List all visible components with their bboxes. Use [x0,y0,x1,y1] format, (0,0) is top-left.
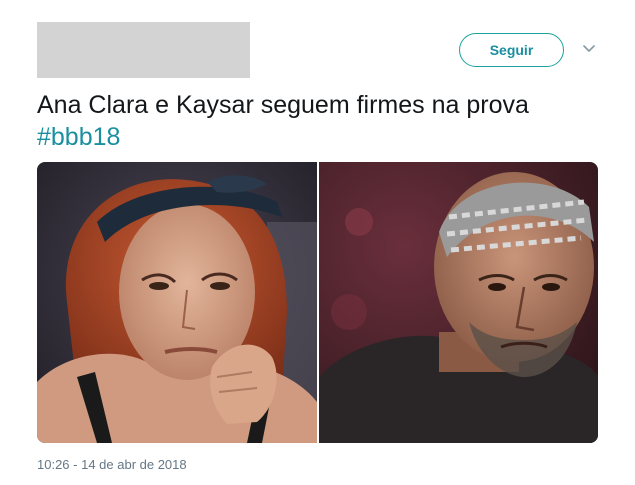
redacted-author-block [37,22,250,78]
tweet-text: Ana Clara e Kaysar seguem firmes na prov… [37,89,607,153]
media-grid[interactable] [37,162,598,443]
media-photo-right[interactable] [318,162,598,443]
media-photo-left[interactable] [37,162,317,443]
tweet-body: Ana Clara e Kaysar seguem firmes na prov… [37,91,529,119]
tweet-timestamp[interactable]: 10:26 - 14 de abr de 2018 [37,457,187,472]
chevron-down-icon[interactable] [582,42,596,56]
tweet-card: Seguir Ana Clara e Kaysar seguem firmes … [0,0,635,485]
hashtag-link[interactable]: #bbb18 [37,121,607,153]
follow-button[interactable]: Seguir [459,33,564,67]
